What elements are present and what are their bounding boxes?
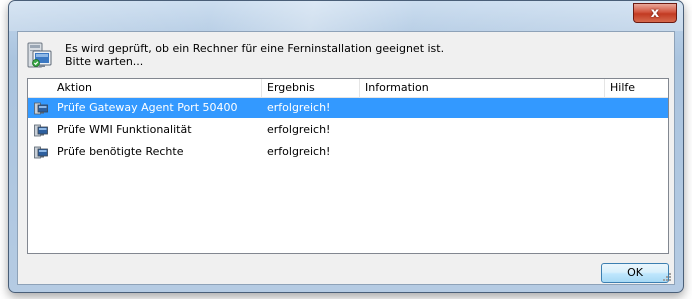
computer-icon [34,146,48,159]
dialog-client-area: Es wird geprüft, ob ein Rechner für eine… [17,31,675,285]
table-row[interactable]: Prüfe benötigte Rechte erfolgreich! [28,142,668,162]
row-help[interactable] [610,142,665,162]
table-row[interactable]: Prüfe Gateway Agent Port 50400 erfolgrei… [28,98,668,118]
column-header-hilfe[interactable]: Hilfe [605,79,668,97]
row-result: erfolgreich! [267,123,331,136]
row-info [365,120,600,140]
computer-icon [34,102,48,115]
row-action: Prüfe Gateway Agent Port 50400 [57,101,238,114]
column-header-information[interactable]: Information [360,79,605,97]
close-button[interactable]: x [633,3,677,23]
computer-check-icon [27,42,52,68]
message-line-2: Bitte warten... [65,55,144,68]
computer-icon [34,124,48,137]
row-action: Prüfe benötigte Rechte [57,145,184,158]
check-results-list[interactable]: Aktion Ergebnis Information Hilfe Prüfe … [27,78,669,254]
row-result: erfolgreich! [267,145,331,158]
table-row[interactable]: Prüfe WMI Funktionalität erfolgreich! [28,120,668,140]
row-help[interactable] [610,98,665,118]
row-result: erfolgreich! [267,101,331,114]
status-message: Es wird geprüft, ob ein Rechner für eine… [65,42,444,68]
dialog-window: x Es wird geprüft, ob ein Rechner für ei… [8,0,684,293]
resize-grip-icon[interactable] [662,272,672,282]
row-info [365,98,600,118]
column-header-ergebnis[interactable]: Ergebnis [262,79,360,97]
row-info [365,142,600,162]
ok-button[interactable]: OK [601,263,669,283]
row-help[interactable] [610,120,665,140]
row-action: Prüfe WMI Funktionalität [57,123,192,136]
column-header-aktion[interactable]: Aktion [52,79,262,97]
message-line-1: Es wird geprüft, ob ein Rechner für eine… [65,42,445,55]
list-header: Aktion Ergebnis Information Hilfe [28,79,668,98]
close-icon: x [650,5,660,21]
